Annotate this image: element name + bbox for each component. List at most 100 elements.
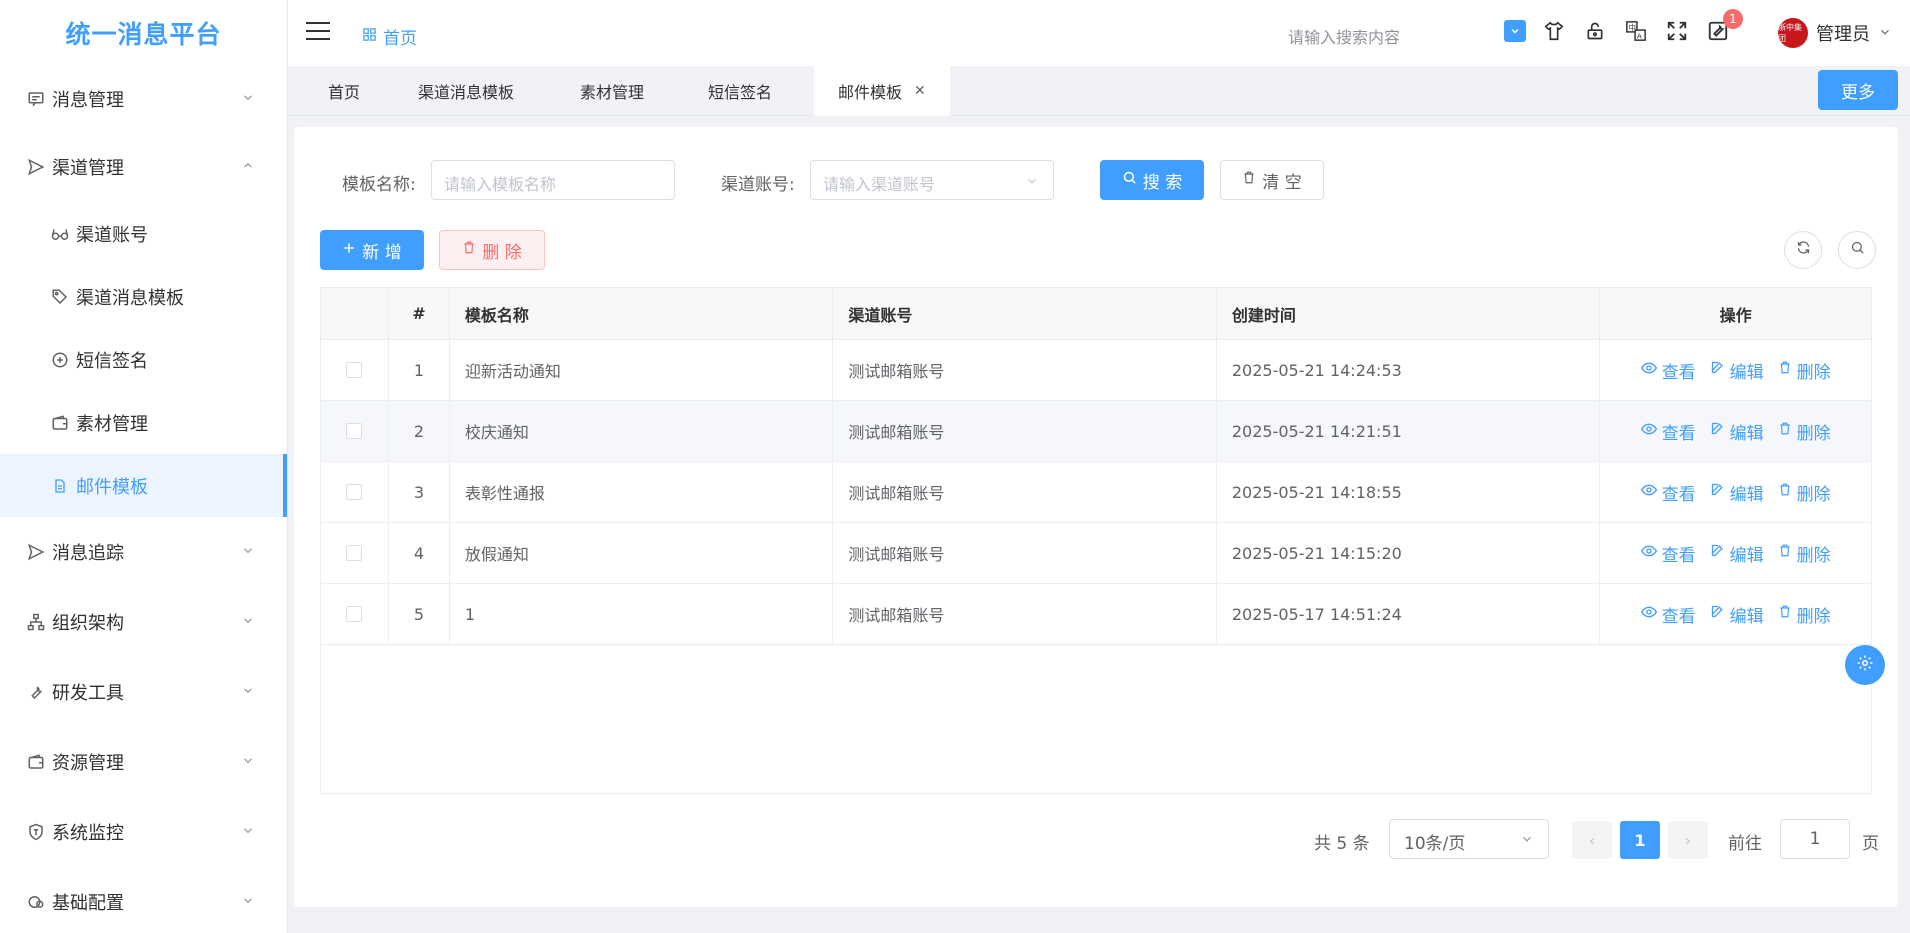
menu-message-tracking[interactable]: 消息追踪 <box>0 517 287 587</box>
template-name-label: 模板名称: <box>342 175 416 195</box>
user-menu[interactable]: 浙中集团 管理员 <box>1778 18 1892 48</box>
breadcrumb-home[interactable]: 首页 <box>383 24 417 49</box>
sidebar-item-channel-account[interactable]: 渠道账号 <box>0 202 287 265</box>
row-checkbox[interactable] <box>346 423 363 439</box>
search-button[interactable]: 搜 索 <box>1100 160 1204 200</box>
delete-link[interactable]: 删除 <box>1778 541 1831 566</box>
delete-link[interactable]: 删除 <box>1778 602 1831 627</box>
row-checkbox[interactable] <box>346 545 363 561</box>
table-row[interactable]: 5 1 测试邮箱账号 2025-05-17 14:51:24 查看 编辑 删除 <box>321 584 1871 645</box>
delete-link[interactable]: 删除 <box>1778 358 1831 383</box>
view-link[interactable]: 查看 <box>1640 541 1696 566</box>
row-select-cell <box>321 401 389 461</box>
row-operations: 查看 编辑 删除 <box>1600 401 1871 461</box>
close-icon[interactable]: ✕ <box>914 83 926 99</box>
header-search-input[interactable]: 请输入搜索内容 <box>1288 24 1400 48</box>
add-button[interactable]: 新 增 <box>320 230 424 270</box>
wrench-icon <box>26 682 46 702</box>
tab-material[interactable]: 素材管理 <box>580 66 644 116</box>
refresh-button[interactable] <box>1784 231 1822 269</box>
hamburger-menu-icon[interactable] <box>306 22 330 42</box>
next-page-button[interactable]: › <box>1668 821 1708 859</box>
edit-link[interactable]: 编辑 <box>1710 358 1764 383</box>
chevron-down-icon <box>1520 831 1534 851</box>
document-icon <box>50 476 70 496</box>
chevron-down-icon <box>1878 23 1892 44</box>
goto-page-input[interactable]: 1 <box>1780 819 1850 859</box>
edit-link[interactable]: 编辑 <box>1710 419 1764 444</box>
shirt-theme-icon[interactable] <box>1541 18 1567 44</box>
chevron-down-icon <box>241 752 255 773</box>
notification-tool-icon[interactable]: 1 <box>1705 9 1743 44</box>
row-template-name: 放假通知 <box>450 523 834 583</box>
header-created-time: 创建时间 <box>1217 288 1601 339</box>
row-checkbox[interactable] <box>346 606 363 622</box>
view-link[interactable]: 查看 <box>1640 480 1696 505</box>
delete-label: 删除 <box>1796 362 1831 383</box>
org-icon <box>26 612 46 632</box>
table-row[interactable]: 4 放假通知 测试邮箱账号 2025-05-21 14:15:20 查看 编辑 删除 <box>321 523 1871 584</box>
delete-link[interactable]: 删除 <box>1778 419 1831 444</box>
sidebar-item-material[interactable]: 素材管理 <box>0 391 287 454</box>
row-checkbox[interactable] <box>346 362 363 378</box>
tab-email-template[interactable]: 邮件模板 ✕ <box>814 66 950 116</box>
menu-label: 资源管理 <box>52 753 124 774</box>
row-checkbox[interactable] <box>346 484 363 500</box>
view-link[interactable]: 查看 <box>1640 602 1696 627</box>
delete-link[interactable]: 删除 <box>1778 480 1831 505</box>
menu-label: 消息管理 <box>52 90 124 111</box>
prev-page-button[interactable]: ‹ <box>1572 821 1612 859</box>
sidebar-item-channel-template[interactable]: 渠道消息模板 <box>0 265 287 328</box>
gear-icon <box>1856 654 1874 677</box>
view-link[interactable]: 查看 <box>1640 358 1696 383</box>
table-row[interactable]: 1 迎新活动通知 测试邮箱账号 2025-05-21 14:24:53 查看 编辑 删除 <box>321 340 1871 401</box>
fullscreen-icon[interactable] <box>1664 18 1690 44</box>
page-suffix: 页 <box>1862 834 1879 854</box>
search-icon <box>1850 240 1865 260</box>
sidebar-item-email-template[interactable]: 邮件模板 <box>0 454 287 517</box>
menu-label: 基础配置 <box>52 893 124 914</box>
menu-resource-management[interactable]: 资源管理 <box>0 727 287 797</box>
table-row[interactable]: 2 校庆通知 测试邮箱账号 2025-05-21 14:21:51 查看 编辑 删除 <box>321 401 1871 462</box>
template-name-input[interactable]: 请输入模板名称 <box>431 160 675 200</box>
header-operations: 操作 <box>1719 305 1752 325</box>
more-tabs-button[interactable]: 更多 <box>1818 70 1898 110</box>
settings-fab[interactable] <box>1845 645 1885 685</box>
trash-icon <box>462 240 476 260</box>
edit-link[interactable]: 编辑 <box>1710 480 1764 505</box>
row-channel-account: 测试邮箱账号 <box>833 340 1217 400</box>
menu-system-monitor[interactable]: 系统监控 <box>0 797 287 867</box>
menu-organization[interactable]: 组织架构 <box>0 587 287 657</box>
tab-home[interactable]: 首页 <box>328 66 360 116</box>
edit-label: 编辑 <box>1729 362 1764 383</box>
table-header: # 模板名称 渠道账号 创建时间 操作 <box>321 288 1871 340</box>
row-template-name: 1 <box>450 584 834 644</box>
toggle-search-button[interactable] <box>1838 231 1876 269</box>
sidebar-item-label: 渠道消息模板 <box>76 287 184 309</box>
breadcrumb[interactable]: 首页 <box>362 24 417 49</box>
translate-icon[interactable]: 中A <box>1623 18 1649 44</box>
batch-delete-button[interactable]: 删 除 <box>439 230 545 270</box>
page-size-select[interactable]: 10条/页 <box>1389 819 1549 859</box>
view-link[interactable]: 查看 <box>1640 419 1696 444</box>
edit-link[interactable]: 编辑 <box>1710 602 1764 627</box>
row-channel-account: 测试邮箱账号 <box>833 523 1217 583</box>
lock-icon[interactable] <box>1582 18 1608 44</box>
sidebar-item-sms-signature[interactable]: 短信签名 <box>0 328 287 391</box>
app-logo-title[interactable]: 统一消息平台 <box>0 0 287 66</box>
edit-link[interactable]: 编辑 <box>1710 541 1764 566</box>
view-label: 查看 <box>1661 362 1696 383</box>
page-number-current[interactable]: 1 <box>1620 821 1660 859</box>
menu-message-management[interactable]: 消息管理 <box>0 66 287 132</box>
menu-dev-tools[interactable]: 研发工具 <box>0 657 287 727</box>
tab-channel-template[interactable]: 渠道消息模板 <box>418 66 514 116</box>
clear-button[interactable]: 清 空 <box>1220 160 1324 200</box>
menu-channel-management[interactable]: 渠道管理 <box>0 132 287 202</box>
table-row[interactable]: 3 表彰性通报 测试邮箱账号 2025-05-21 14:18:55 查看 编辑 删除 <box>321 462 1871 523</box>
checkbox-dropdown-icon[interactable] <box>1504 20 1526 42</box>
tab-sms-signature[interactable]: 短信签名 <box>708 66 772 116</box>
row-operations: 查看 编辑 删除 <box>1600 584 1871 644</box>
page-size-value: 10条/页 <box>1404 834 1466 854</box>
channel-account-select[interactable]: 请输入渠道账号 <box>810 160 1054 200</box>
menu-basic-config[interactable]: 基础配置 <box>0 867 287 933</box>
